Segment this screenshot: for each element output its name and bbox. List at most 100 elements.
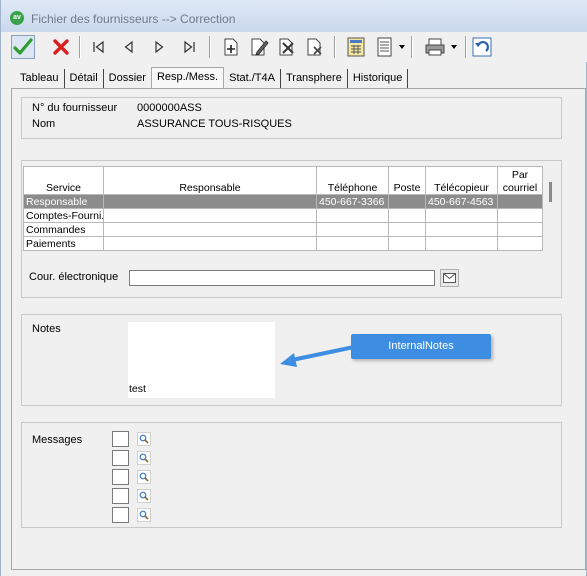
cell-service[interactable]: Paiements [23,236,104,251]
notes-textarea[interactable]: test [128,322,275,398]
message-checkbox-4[interactable] [112,488,129,504]
first-record-icon [93,40,104,54]
tab-bar: Tableau Détail Dossier Resp./Mess. Stat.… [15,67,409,89]
cell-poste[interactable] [388,236,426,251]
cell-responsable[interactable] [103,194,317,209]
cell-service[interactable]: Commandes [23,222,104,237]
supplier-name-label: Nom [32,118,56,130]
next-record-button[interactable] [147,35,171,59]
cell-poste[interactable] [388,208,426,223]
table-row[interactable]: Commandes [23,222,543,237]
supplier-window: av Fichier des fournisseurs --> Correcti… [0,0,587,576]
message-lookup-button[interactable] [137,508,151,522]
tab-stat-t4a[interactable]: Stat./T4A [224,69,281,89]
confirm-icon [13,38,33,55]
print-button[interactable] [423,35,447,59]
cell-responsable[interactable] [103,222,317,237]
cell-service[interactable]: Responsable [23,194,104,209]
cell-courriel[interactable] [497,236,543,251]
message-lookup-button[interactable] [137,451,151,465]
print-icon [425,38,445,56]
column-header-courriel: courriel [497,180,543,195]
toolbar-separator [411,36,413,58]
message-checkbox-5[interactable] [112,507,129,523]
previous-record-button[interactable] [117,35,141,59]
previous-record-icon [124,40,133,54]
table-row-selected[interactable]: Responsable 450-667-3366 450-667-4563 [23,194,543,209]
confirm-button[interactable] [11,35,35,59]
cell-telephone[interactable]: 450-667-3366 [316,194,389,209]
cancel-button[interactable] [49,35,73,59]
magnifier-icon [139,472,149,482]
envelope-icon [443,273,456,283]
last-record-icon [184,40,195,54]
tab-dossier[interactable]: Dossier [104,69,151,89]
window-title: Fichier des fournisseurs --> Correction [31,12,236,26]
cell-responsable[interactable] [103,236,317,251]
delete-document-icon [307,38,322,56]
cell-telephone[interactable] [316,236,389,251]
message-checkbox-1[interactable] [112,431,129,447]
column-header-service: Service [23,166,104,195]
callout-arrow-icon [280,345,355,367]
tab-resp-mess[interactable]: Resp./Mess. [150,67,225,89]
cell-telecopieur[interactable]: 450-667-4563 [425,194,498,209]
cell-responsable[interactable] [103,208,317,223]
cell-courriel[interactable] [497,208,543,223]
report-dropdown-icon[interactable] [399,45,405,49]
delete-document-button[interactable] [303,35,327,59]
report-button[interactable] [373,35,397,59]
contacts-table: Service Responsable Téléphone Poste Télé… [23,166,543,251]
messages-group [21,422,562,528]
column-header-responsable: Responsable [103,166,317,195]
message-lookup-button[interactable] [137,432,151,446]
app-logo-icon: av [10,11,24,25]
calculator-button[interactable] [344,35,368,59]
toolbar-separator [79,36,81,58]
message-checkbox-3[interactable] [112,469,129,485]
last-record-button[interactable] [177,35,201,59]
column-header-par: Par [497,166,543,181]
supplier-number-label: N° du fournisseur [32,102,118,114]
cell-telecopieur[interactable] [425,236,498,251]
table-row[interactable]: Comptes-Fourni. [23,208,543,223]
cell-telephone[interactable] [316,208,389,223]
cell-telecopieur[interactable] [425,208,498,223]
message-lookup-button[interactable] [137,470,151,484]
tab-tableau[interactable]: Tableau [15,69,65,89]
tab-detail[interactable]: Détail [65,69,104,89]
toolbar-separator [334,36,336,58]
tab-historique[interactable]: Historique [348,69,409,89]
undo-button[interactable] [470,35,494,59]
next-record-icon [155,40,164,54]
cell-telecopieur[interactable] [425,222,498,237]
cell-poste[interactable] [388,222,426,237]
table-row[interactable]: Paiements [23,236,543,251]
toolbar-separator [209,36,211,58]
magnifier-icon [139,510,149,520]
new-document-button[interactable] [219,35,243,59]
first-record-button[interactable] [87,35,111,59]
new-document-icon [224,38,238,56]
column-header-telephone: Téléphone [316,166,389,195]
tools-document-button[interactable] [275,35,299,59]
edit-document-icon [251,38,269,56]
column-header-poste: Poste [388,166,426,195]
cell-telephone[interactable] [316,222,389,237]
send-email-button[interactable] [440,269,459,287]
message-lookup-button[interactable] [137,489,151,503]
email-field[interactable] [129,270,435,286]
cell-service[interactable]: Comptes-Fourni. [23,208,104,223]
cell-courriel[interactable] [497,194,543,209]
messages-label: Messages [32,434,83,446]
table-scrollbar[interactable] [549,182,552,202]
title-bar: av Fichier des fournisseurs --> Correcti… [1,0,587,32]
cell-courriel[interactable] [497,222,543,237]
notes-text: test [129,383,146,395]
print-dropdown-icon[interactable] [451,45,457,49]
magnifier-icon [139,434,149,444]
edit-document-button[interactable] [247,35,271,59]
tab-transphere[interactable]: Transphere [281,69,348,89]
cell-poste[interactable] [388,194,426,209]
message-checkbox-2[interactable] [112,450,129,466]
